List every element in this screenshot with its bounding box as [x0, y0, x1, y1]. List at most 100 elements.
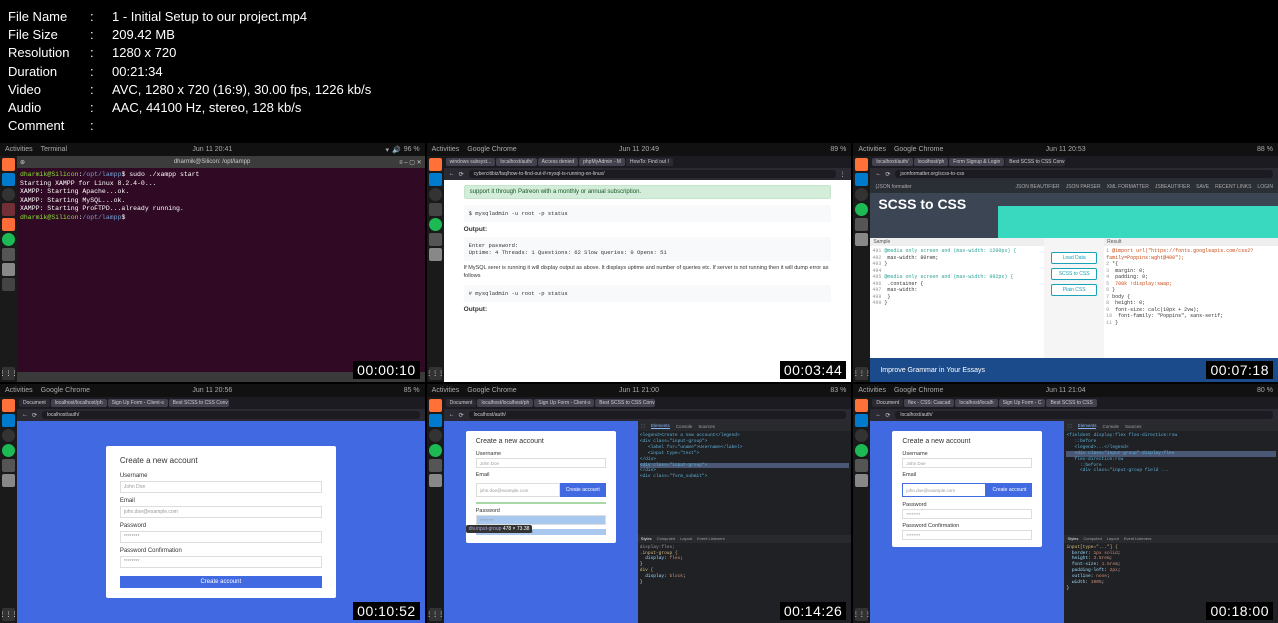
reload-icon[interactable]: ⟳: [459, 171, 466, 178]
email-input[interactable]: john.doe@example.com: [476, 483, 560, 497]
browser-tab[interactable]: localhost/localhost/ph: [477, 399, 533, 407]
username-input[interactable]: John Doe: [902, 458, 1032, 468]
password-input[interactable]: ********: [902, 509, 1032, 519]
password-input[interactable]: ********: [120, 531, 322, 543]
terminal-icon[interactable]: [429, 459, 442, 472]
reload-icon[interactable]: ⟳: [32, 412, 39, 419]
ad-banner[interactable]: [998, 206, 1278, 238]
styles-tab[interactable]: Styles: [1067, 536, 1078, 541]
files-icon[interactable]: [855, 233, 868, 246]
browser-tab[interactable]: localhost/auth/: [496, 158, 536, 166]
address-bar[interactable]: localhost/auth/: [469, 411, 847, 419]
obs-icon[interactable]: [429, 188, 442, 201]
spotify-icon[interactable]: [429, 218, 442, 231]
app-icon[interactable]: [429, 203, 442, 216]
reload-icon[interactable]: ⟳: [885, 412, 892, 419]
browser-tab[interactable]: localhost/auth/: [872, 158, 912, 166]
nav-link[interactable]: JSON PARSER: [1066, 184, 1101, 190]
vscode-icon[interactable]: [855, 173, 868, 186]
inspect-icon[interactable]: ⬚: [641, 423, 645, 429]
plain-css-button[interactable]: Plain CSS: [1051, 284, 1097, 296]
event-listeners-tab[interactable]: Event Listeners: [697, 536, 725, 541]
thumbnail-4[interactable]: ActivitiesGoogle Chrome Jun 11 20:56 85 …: [0, 384, 425, 623]
vscode-icon[interactable]: [2, 414, 15, 427]
app-icon[interactable]: [2, 278, 15, 291]
vscode-icon[interactable]: [2, 173, 15, 186]
browser-tab[interactable]: localhost/localh: [955, 399, 997, 407]
files-icon[interactable]: [2, 474, 15, 487]
menu-icon[interactable]: ⋮: [839, 171, 846, 178]
create-account-button[interactable]: Create account: [120, 576, 322, 588]
browser-tab[interactable]: Sign Up Form - Client-s: [534, 399, 594, 407]
browser-tab[interactable]: phpMyAdmin - M: [579, 158, 625, 166]
elements-tab[interactable]: Elements: [1078, 423, 1097, 429]
show-apps-icon[interactable]: ⋮⋮⋮: [855, 367, 868, 380]
nav-link[interactable]: RECENT LINKS: [1215, 184, 1251, 190]
thumbnail-2[interactable]: ActivitiesGoogle Chrome Jun 11 20:49 89 …: [427, 143, 852, 382]
sources-tab[interactable]: Sources: [698, 424, 715, 429]
firefox-icon[interactable]: [2, 399, 15, 412]
browser-tab[interactable]: Document: [872, 399, 903, 407]
show-apps-icon[interactable]: ⋮⋮⋮: [855, 608, 868, 621]
console-tab[interactable]: Console: [676, 424, 693, 429]
thumbnail-3[interactable]: ActivitiesGoogle Chrome Jun 11 20:53 88 …: [853, 143, 1278, 382]
nav-link[interactable]: JSON BEAUTIFIER: [1016, 184, 1060, 190]
sources-tab[interactable]: Sources: [1125, 424, 1142, 429]
nav-link[interactable]: LOGIN: [1257, 184, 1273, 190]
browser-tab[interactable]: Access denied: [538, 158, 579, 166]
files-icon[interactable]: [855, 474, 868, 487]
obs-icon[interactable]: [855, 188, 868, 201]
browser-tab[interactable]: Document: [19, 399, 50, 407]
event-listeners-tab[interactable]: Event Listeners: [1124, 536, 1152, 541]
dom-tree[interactable]: <legend>Create a new account</legend> <d…: [638, 431, 852, 534]
browser-tab[interactable]: Best SCSS to CSS Conv: [595, 399, 655, 407]
browser-tab[interactable]: localhost/localhost/ph: [51, 399, 107, 407]
terminal-icon[interactable]: [855, 459, 868, 472]
nav-link[interactable]: XML FORMATTER: [1107, 184, 1149, 190]
email-input[interactable]: john.doe@example.com: [120, 506, 322, 518]
thumbnail-5[interactable]: ActivitiesGoogle Chrome Jun 11 21:00 83 …: [427, 384, 852, 623]
address-bar[interactable]: localhost/auth/: [42, 411, 420, 419]
browser-tab[interactable]: Sign Up Form - Client-s: [108, 399, 168, 407]
reload-icon[interactable]: ⟳: [885, 171, 892, 178]
styles-tab[interactable]: Styles: [641, 536, 652, 541]
scss-editor[interactable]: 491@media only screen and (max-width: 12…: [870, 246, 1044, 309]
elements-tab[interactable]: Elements: [651, 423, 670, 429]
terminal-icon[interactable]: [429, 233, 442, 246]
password-confirm-input[interactable]: ********: [902, 530, 1032, 540]
address-bar[interactable]: jsonformatter.org/scss-to-css: [895, 170, 1273, 178]
wine-icon[interactable]: [2, 203, 15, 216]
browser-tab[interactable]: Best SCSS to CSS Conv: [169, 399, 229, 407]
load-data-button[interactable]: Load Data: [1051, 252, 1097, 264]
username-input[interactable]: John Doe: [120, 481, 322, 493]
vscode-icon[interactable]: [429, 414, 442, 427]
browser-tab[interactable]: localhost/ph: [914, 158, 949, 166]
nav-link[interactable]: SAVE: [1196, 184, 1209, 190]
browser-tab[interactable]: Document: [446, 399, 477, 407]
dom-tree[interactable]: <fieldset display:flex flex-direction:ro…: [1064, 431, 1278, 534]
brand-logo[interactable]: {JSON formatter: [875, 184, 911, 190]
password-input-highlighted[interactable]: ********: [476, 515, 606, 525]
show-apps-icon[interactable]: ⋮⋮⋮: [2, 608, 15, 621]
back-icon[interactable]: ←: [449, 412, 456, 419]
address-bar[interactable]: localhost/auth/: [895, 411, 1273, 419]
back-icon[interactable]: ←: [449, 171, 456, 178]
browser-tab[interactable]: Form Signup & Login: [949, 158, 1004, 166]
username-input[interactable]: John Doe: [476, 458, 606, 468]
firefox-icon[interactable]: [429, 399, 442, 412]
thumbnail-6[interactable]: ActivitiesGoogle Chrome Jun 11 21:04 80 …: [853, 384, 1278, 623]
files-icon[interactable]: [429, 474, 442, 487]
console-tab[interactable]: Console: [1102, 424, 1119, 429]
email-input[interactable]: john.doe@example.com: [902, 483, 986, 497]
password-confirm-input[interactable]: ********: [120, 556, 322, 568]
show-apps-icon[interactable]: ⋮⋮⋮: [429, 367, 442, 380]
nav-link[interactable]: JSBEAUTIFIER: [1155, 184, 1190, 190]
computed-tab[interactable]: Computed: [1083, 536, 1101, 541]
spotify-icon[interactable]: [855, 203, 868, 216]
computed-tab[interactable]: Computed: [657, 536, 675, 541]
layout-tab[interactable]: Layout: [1107, 536, 1119, 541]
obs-icon[interactable]: [2, 429, 15, 442]
firefox-icon[interactable]: [2, 158, 15, 171]
back-icon[interactable]: ←: [875, 171, 882, 178]
spotify-icon[interactable]: [2, 444, 15, 457]
